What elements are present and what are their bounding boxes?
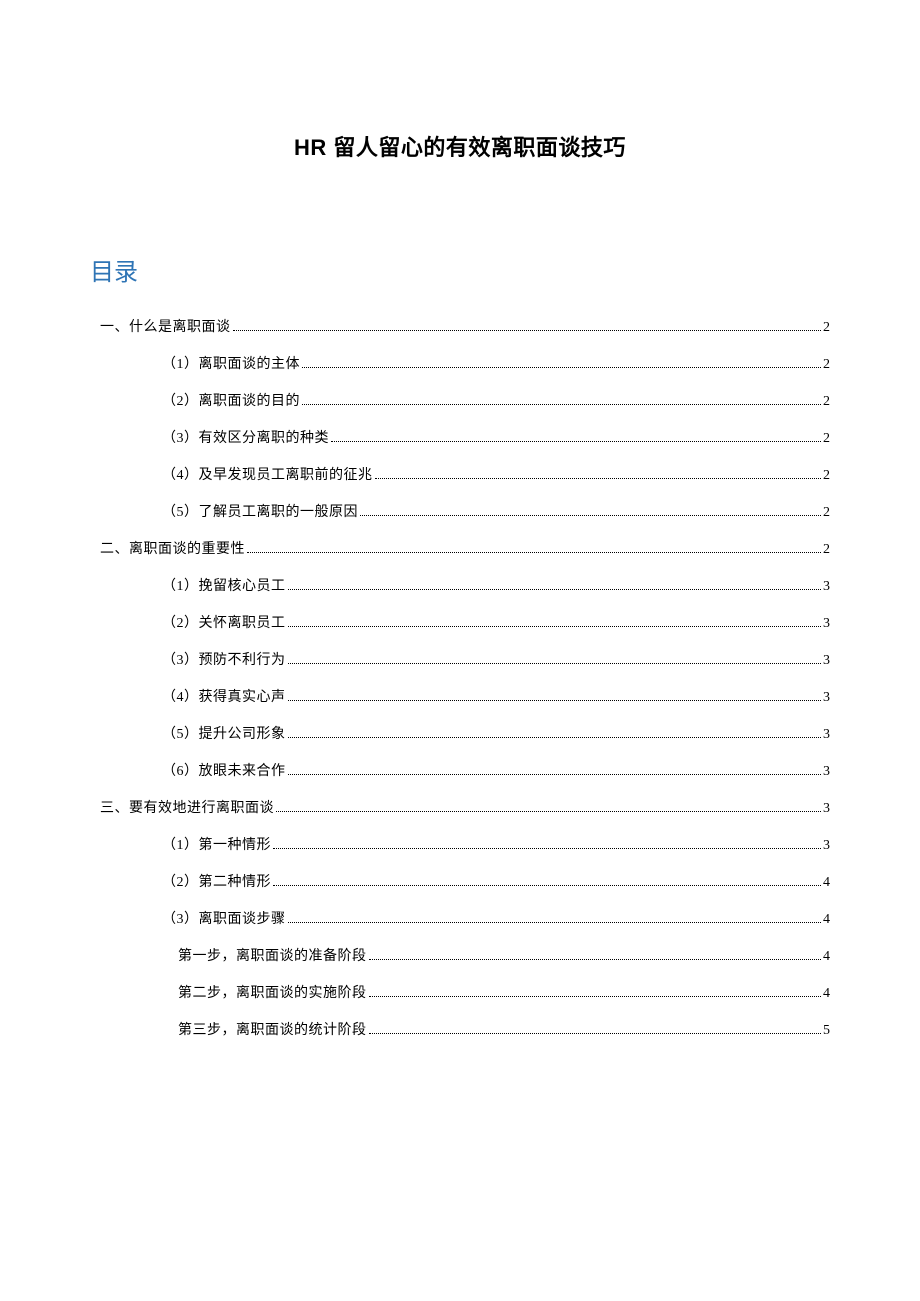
toc-entry[interactable]: （2）第二种情形 4: [90, 872, 830, 893]
toc-entry-label: （6）放眼未来合作: [162, 761, 286, 782]
toc-entry-page: 2: [823, 502, 830, 523]
toc-entry-label: （1）挽留核心员工: [162, 576, 286, 597]
toc-entry-page: 3: [823, 798, 830, 819]
toc-leader-dots: [302, 367, 821, 368]
toc-entry-label: （4）获得真实心声: [162, 687, 286, 708]
toc-entry-page: 3: [823, 761, 830, 782]
toc-entry-page: 3: [823, 835, 830, 856]
toc-entry[interactable]: （1）挽留核心员工 3: [90, 576, 830, 597]
toc-entry-label: 第二步，离职面谈的实施阶段: [178, 983, 367, 1004]
toc-leader-dots: [288, 589, 822, 590]
toc-leader-dots: [288, 663, 822, 664]
toc-entry-page: 5: [823, 1020, 830, 1041]
toc-entry-label: （2）离职面谈的目的: [162, 391, 300, 412]
toc-heading: 目录: [90, 252, 830, 287]
toc-entry[interactable]: （4）获得真实心声 3: [90, 687, 830, 708]
toc-entry-label: （5）提升公司形象: [162, 724, 286, 745]
toc-leader-dots: [288, 774, 822, 775]
toc-entry-label: （1）第一种情形: [162, 835, 271, 856]
toc-list: 一、什么是离职面谈2（1）离职面谈的主体2（2）离职面谈的目的2（3）有效区分离…: [90, 317, 830, 1041]
toc-leader-dots: [369, 1033, 822, 1034]
toc-entry-label: （3）预防不利行为: [162, 650, 286, 671]
toc-entry-page: 3: [823, 724, 830, 745]
toc-entry-page: 4: [823, 983, 830, 1004]
toc-leader-dots: [247, 552, 821, 553]
toc-leader-dots: [288, 700, 822, 701]
toc-entry[interactable]: （3）离职面谈步骤 4: [90, 909, 830, 930]
toc-entry-label: 第三步，离职面谈的统计阶段: [178, 1020, 367, 1041]
toc-entry-label: 二、离职面谈的重要性: [100, 539, 245, 560]
toc-leader-dots: [369, 996, 822, 997]
toc-entry-label: （2）关怀离职员工: [162, 613, 286, 634]
toc-entry[interactable]: （1）第一种情形 3: [90, 835, 830, 856]
toc-entry-label: 一、什么是离职面谈: [100, 317, 231, 338]
toc-entry-page: 4: [823, 909, 830, 930]
toc-entry-page: 3: [823, 613, 830, 634]
toc-leader-dots: [331, 441, 821, 442]
toc-entry-page: 2: [823, 539, 830, 560]
toc-entry[interactable]: （3）预防不利行为 3: [90, 650, 830, 671]
toc-entry-page: 3: [823, 650, 830, 671]
toc-entry-page: 3: [823, 687, 830, 708]
toc-entry-label: （5）了解员工离职的一般原因: [162, 502, 358, 523]
toc-leader-dots: [273, 885, 821, 886]
toc-entry-label: 三、要有效地进行离职面谈: [100, 798, 274, 819]
toc-leader-dots: [288, 737, 822, 738]
toc-leader-dots: [302, 404, 821, 405]
toc-entry-label: 第一步，离职面谈的准备阶段: [178, 946, 367, 967]
toc-entry-page: 2: [823, 428, 830, 449]
toc-entry[interactable]: （5）提升公司形象 3: [90, 724, 830, 745]
toc-entry-label: （3）离职面谈步骤: [162, 909, 286, 930]
toc-leader-dots: [288, 626, 822, 627]
toc-entry-label: （3）有效区分离职的种类: [162, 428, 329, 449]
toc-entry-page: 2: [823, 354, 830, 375]
toc-entry[interactable]: （2）离职面谈的目的 2: [90, 391, 830, 412]
toc-entry[interactable]: 第一步，离职面谈的准备阶段 4: [90, 946, 830, 967]
toc-leader-dots: [375, 478, 822, 479]
toc-leader-dots: [369, 959, 822, 960]
toc-entry[interactable]: 一、什么是离职面谈 2: [90, 317, 830, 338]
toc-entry-label: （1）离职面谈的主体: [162, 354, 300, 375]
toc-entry-page: 4: [823, 872, 830, 893]
toc-entry[interactable]: （5）了解员工离职的一般原因 2: [90, 502, 830, 523]
toc-entry-page: 2: [823, 317, 830, 338]
toc-entry-page: 2: [823, 391, 830, 412]
toc-entry-page: 4: [823, 946, 830, 967]
toc-entry[interactable]: 第三步，离职面谈的统计阶段 5: [90, 1020, 830, 1041]
toc-entry-label: （4）及早发现员工离职前的征兆: [162, 465, 373, 486]
toc-entry[interactable]: （2）关怀离职员工 3: [90, 613, 830, 634]
toc-entry[interactable]: 二、离职面谈的重要性 2: [90, 539, 830, 560]
toc-entry[interactable]: （4）及早发现员工离职前的征兆 2: [90, 465, 830, 486]
toc-leader-dots: [273, 848, 821, 849]
toc-entry[interactable]: （1）离职面谈的主体 2: [90, 354, 830, 375]
toc-leader-dots: [360, 515, 821, 516]
document-title: HR 留人留心的有效离职面谈技巧: [90, 130, 830, 162]
toc-entry[interactable]: （3）有效区分离职的种类 2: [90, 428, 830, 449]
toc-entry[interactable]: （6）放眼未来合作 3: [90, 761, 830, 782]
toc-entry-page: 3: [823, 576, 830, 597]
toc-leader-dots: [288, 922, 822, 923]
toc-leader-dots: [233, 330, 822, 331]
toc-entry-page: 2: [823, 465, 830, 486]
toc-leader-dots: [276, 811, 821, 812]
toc-entry-label: （2）第二种情形: [162, 872, 271, 893]
toc-entry[interactable]: 第二步，离职面谈的实施阶段 4: [90, 983, 830, 1004]
toc-entry[interactable]: 三、要有效地进行离职面谈 3: [90, 798, 830, 819]
